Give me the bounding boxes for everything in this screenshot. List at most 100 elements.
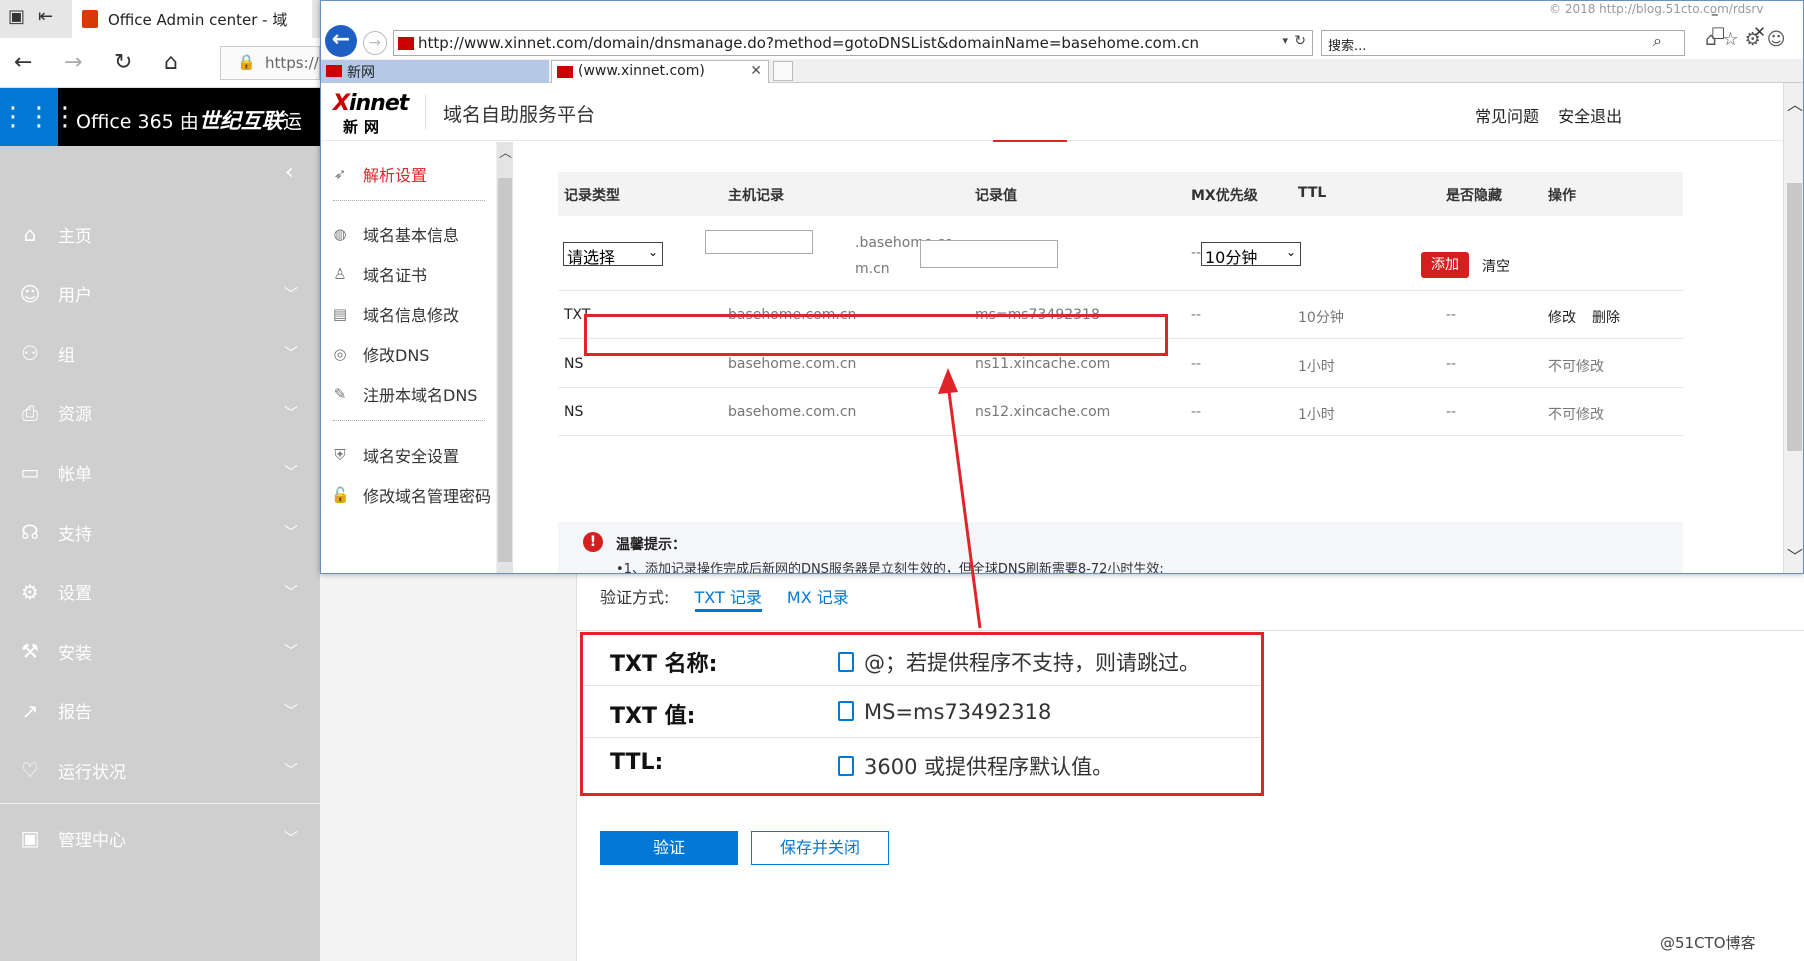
dropdown-arrow-icon[interactable]: ▾ <box>1282 34 1288 47</box>
alert-icon: ! <box>583 532 603 552</box>
select-value: 请选择 <box>567 248 616 267</box>
xinnet-side-item[interactable]: ▤ 域名信息修改 <box>331 294 491 334</box>
host-record-input[interactable] <box>705 230 813 254</box>
app-launcher-icon[interactable]: ⋮⋮⋮ <box>0 88 78 146</box>
mx-value: -- <box>1191 245 1202 261</box>
dns-add-row: 请选择⌄ .basehome.com.cn -- 10分钟⌄ -- 添加 清空 <box>558 216 1683 291</box>
gear-icon[interactable]: ⚙ <box>1745 29 1767 50</box>
home-icon[interactable]: ⌂ <box>1705 29 1722 50</box>
sidebar-item-label: 支持 <box>58 524 92 545</box>
chevron-down-icon: ﹀ <box>284 286 298 303</box>
xinnet-side-label: 注册本域名DNS <box>363 386 478 405</box>
set-aside-tabs-icon[interactable]: ⇤ <box>38 6 53 27</box>
close-tab-icon[interactable]: ✕ <box>750 63 762 79</box>
platform-title: 域名自助服务平台 <box>443 104 596 126</box>
xinnet-side-item[interactable]: ◎ 修改DNS <box>331 334 491 374</box>
ie-address-bar[interactable]: http://www.xinnet.com/domain/dnsmanage.d… <box>393 30 1313 56</box>
add-record-button[interactable]: 添加 <box>1421 252 1469 278</box>
record-value-input[interactable] <box>920 240 1058 268</box>
chevron-down-icon: ﹀ <box>284 525 298 541</box>
ie-tab-bar: 新网 (www.xinnet.com) ✕ <box>321 59 1803 83</box>
sidebar-item-label: 管理中心 <box>58 830 126 851</box>
ie-forward-icon[interactable]: → <box>363 31 387 55</box>
xinnet-favicon-icon <box>398 37 414 50</box>
minimize-icon[interactable]: – <box>1711 5 1747 23</box>
ie-tab-xinnet-home[interactable]: 新网 <box>321 60 549 83</box>
record-type-select[interactable]: 请选择 ⌄ <box>563 242 663 267</box>
refresh-icon[interactable]: ↻ <box>1294 33 1306 49</box>
scrollbar-thumb[interactable] <box>1787 183 1802 451</box>
favorites-star-icon[interactable]: ☆ <box>1722 29 1744 50</box>
chevron-down-icon: ⌄ <box>1285 245 1296 259</box>
edge-tab-title: Office Admin center - 域 <box>108 10 288 29</box>
cell-host: basehome.com.cn <box>728 404 857 420</box>
new-tab-icon[interactable] <box>773 61 793 81</box>
scroll-up-icon[interactable]: ︿ <box>499 142 512 161</box>
tab-actions-icon[interactable]: ▣ <box>8 6 25 27</box>
sidebar-item-label: 帐单 <box>58 464 92 485</box>
collapse-nav-icon[interactable]: ‹ <box>285 160 294 185</box>
tab-txt-record[interactable]: TXT 记录 <box>694 588 762 612</box>
edge-address-bar[interactable]: 🔒 https:// <box>220 46 320 80</box>
divider <box>333 200 485 201</box>
sidebar-item[interactable]: ☺ 用户 ﹀ <box>0 266 320 322</box>
xinnet-side-item[interactable]: 🔓 修改域名管理密码 <box>331 475 491 515</box>
edit-link[interactable]: 修改 <box>1548 307 1576 327</box>
tips-line: •1、添加记录操作完成后新网的DNS服务器是立刻生效的，但全球DNS刷新需要8-… <box>616 562 1164 574</box>
ie-search-box[interactable]: 搜索... <box>1321 30 1685 56</box>
smiley-icon[interactable]: ☺ <box>1767 29 1792 50</box>
cell-ttl: 1小时 <box>1298 407 1335 423</box>
cell-ttl: 10分钟 <box>1298 310 1344 326</box>
xinnet-side-item[interactable]: ⛨ 域名安全设置 <box>331 435 491 475</box>
sidebar-item[interactable]: ⚇ 组 ﹀ <box>0 325 320 381</box>
xinnet-logo[interactable]: Xinnet 新网 <box>333 91 413 136</box>
edge-tab-admin[interactable]: Office Admin center - 域 <box>72 0 312 38</box>
xinnet-side-item[interactable]: ◍ 域名基本信息 <box>331 214 491 254</box>
scrollbar-thumb[interactable] <box>498 178 512 562</box>
sidebar-item[interactable]: ▭ 帐单 ﹀ <box>0 444 320 500</box>
txt-record-highlight-box <box>580 632 1264 796</box>
card-icon: ▭ <box>20 460 40 485</box>
sidebar-item[interactable]: ⌂ 主页 <box>0 206 320 262</box>
sidebar-item-label: 运行状况 <box>58 762 126 783</box>
xinnet-side-item[interactable]: ➶ 解析设置 <box>331 154 491 194</box>
clear-button[interactable]: 清空 <box>1482 256 1510 276</box>
scroll-down-icon[interactable]: ﹀ <box>1787 543 1803 567</box>
refresh-icon[interactable]: ↻ <box>114 50 132 75</box>
xinnet-side-label: 域名信息修改 <box>363 306 460 325</box>
dns-icon: ◎ <box>333 345 347 363</box>
xinnet-side-item[interactable]: ✎ 注册本域名DNS <box>331 374 491 414</box>
sidebar-item[interactable]: ▣ 管理中心 ﹀ <box>0 810 320 866</box>
ie-back-icon[interactable]: ← <box>325 25 357 57</box>
sidebar-item[interactable]: ↗ 报告 ﹀ <box>0 683 320 739</box>
home-icon[interactable]: ⌂ <box>164 50 178 75</box>
sidebar-item[interactable]: ☊ 支持 ﹀ <box>0 504 320 560</box>
sidebar-item-label: 组 <box>58 345 75 366</box>
sidebar-scrollbar[interactable]: ︿ <box>497 142 513 573</box>
dns-content: 记录类型 主机记录 记录值 MX优先级 TTL 是否隐藏 操作 请选择 ⌄ .ba… <box>513 142 1783 574</box>
forward-icon[interactable]: → <box>64 50 82 75</box>
o365-title: Office 365 由世纪互联运 <box>76 109 302 133</box>
faq-link[interactable]: 常见问题 <box>1475 107 1539 126</box>
scroll-up-icon[interactable]: ︿ <box>1787 91 1803 115</box>
chevron-down-icon: ﹀ <box>284 584 298 601</box>
logout-link[interactable]: 安全退出 <box>1558 107 1622 126</box>
delete-link[interactable]: 删除 <box>1592 307 1620 327</box>
tab-mx-record[interactable]: MX 记录 <box>787 588 849 607</box>
sidebar-item[interactable]: ♡ 运行状况 ﹀ <box>0 742 320 798</box>
header-ops: 操作 <box>1548 188 1576 204</box>
sidebar-item[interactable]: ⎙ 资源 ﹀ <box>0 385 320 441</box>
search-icon[interactable]: ⌕ <box>1653 31 1662 51</box>
group-icon: ⚇ <box>21 341 39 366</box>
ie-tab-xinnet-active[interactable]: (www.xinnet.com) ✕ <box>551 60 769 83</box>
xinnet-favicon-icon <box>557 66 573 78</box>
xinnet-side-item[interactable]: ♙ 域名证书 <box>331 254 491 294</box>
page-scrollbar[interactable]: ︿ ﹀ <box>1783 83 1803 573</box>
sidebar-item[interactable]: ⚒ 安装 ﹀ <box>0 623 320 679</box>
ttl-select[interactable]: 10分钟 ⌄ <box>1201 242 1301 267</box>
sidebar-item[interactable]: ⚙ 设置 ﹀ <box>0 564 320 620</box>
back-icon[interactable]: ← <box>14 50 32 75</box>
save-close-button[interactable]: 保存并关闭 <box>751 831 889 865</box>
cell-hidden: -- <box>1446 307 1457 323</box>
verify-button[interactable]: 验证 <box>600 831 738 865</box>
